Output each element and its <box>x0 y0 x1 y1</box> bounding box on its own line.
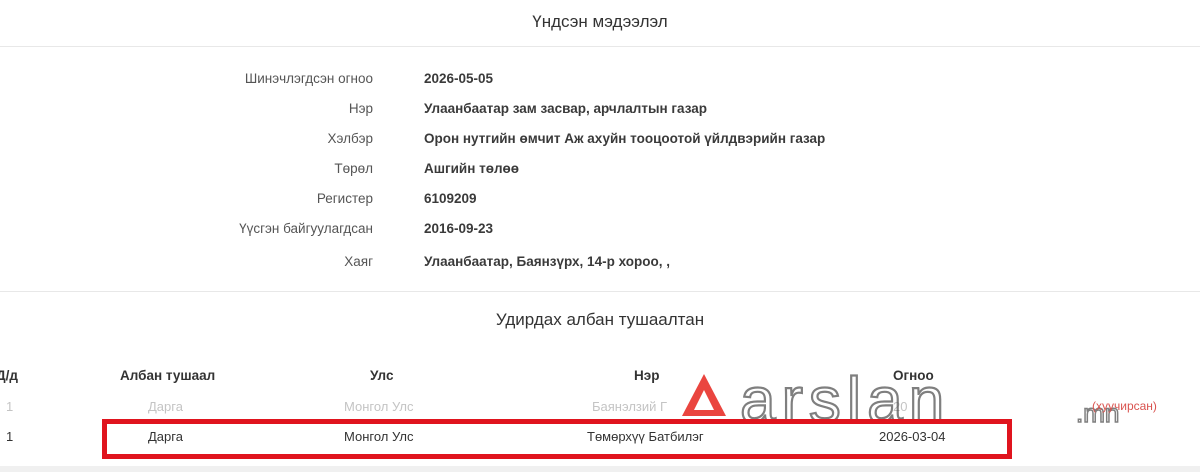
info-value: Улаанбаатар, Баянзүрх, 14-р хороо, , <box>424 254 670 269</box>
info-label: Үүсгэн байгуулагдсан <box>239 221 373 236</box>
cell-no: 1 <box>6 429 14 444</box>
outdated-link[interactable]: (хуучирсан) <box>1092 399 1157 413</box>
bottom-scroll-edge <box>0 466 1200 472</box>
info-row-name: Нэр Улаанбаатар зам засвар, арчлалтын га… <box>0 101 1200 131</box>
info-label: Хаяг <box>344 254 373 269</box>
info-label: Төрөл <box>334 161 373 176</box>
divider <box>0 291 1200 292</box>
info-label: Нэр <box>348 101 373 116</box>
info-row-form: Хэлбэр Орон нутгийн өмчит Аж ахуйн тооцо… <box>0 131 1200 161</box>
info-row-founded: Үүсгэн байгуулагдсан 2016-09-23 <box>0 221 1200 251</box>
info-label: Хэлбэр <box>327 131 373 146</box>
header-position: Албан тушаал <box>120 368 216 383</box>
header-country: Улс <box>370 368 394 383</box>
info-value: 6109209 <box>424 191 477 206</box>
highlight-annotation-box <box>102 419 1012 459</box>
info-row-register: Регистер 6109209 <box>0 191 1200 221</box>
info-value: Ашгийн төлөө <box>424 161 520 176</box>
info-row-type: Төрөл Ашгийн төлөө <box>0 161 1200 191</box>
cell-name: Баянэлзий Г <box>592 399 668 414</box>
info-value: 2016-09-23 <box>424 221 494 236</box>
officials-title: Удирдах албан тушаалтан <box>495 310 705 329</box>
info-value: Орон нутгийн өмчит Аж ахуйн тооцоотой үй… <box>424 131 826 146</box>
cell-country: Монгол Улс <box>344 399 414 414</box>
header-no: Д/д <box>0 368 18 383</box>
header-name: Нэр <box>634 368 660 383</box>
info-label: Шинэчлэгдсэн огноо <box>244 71 373 86</box>
info-row-address: Хаяг Улаанбаатар, Баянзүрх, 14-р хороо, … <box>0 254 1200 284</box>
info-label: Регистер <box>316 191 373 206</box>
info-value: Улаанбаатар зам засвар, арчлалтын газар <box>424 101 708 116</box>
basic-info-title: Үндсэн мэдээлэл <box>532 12 668 31</box>
cell-position: Дарга <box>148 399 183 414</box>
divider <box>0 46 1200 47</box>
cell-no: 1 <box>6 399 14 414</box>
info-value: 2026-05-05 <box>424 71 494 86</box>
info-row-updated: Шинэчлэгдсэн огноо 2026-05-05 <box>0 71 1200 101</box>
